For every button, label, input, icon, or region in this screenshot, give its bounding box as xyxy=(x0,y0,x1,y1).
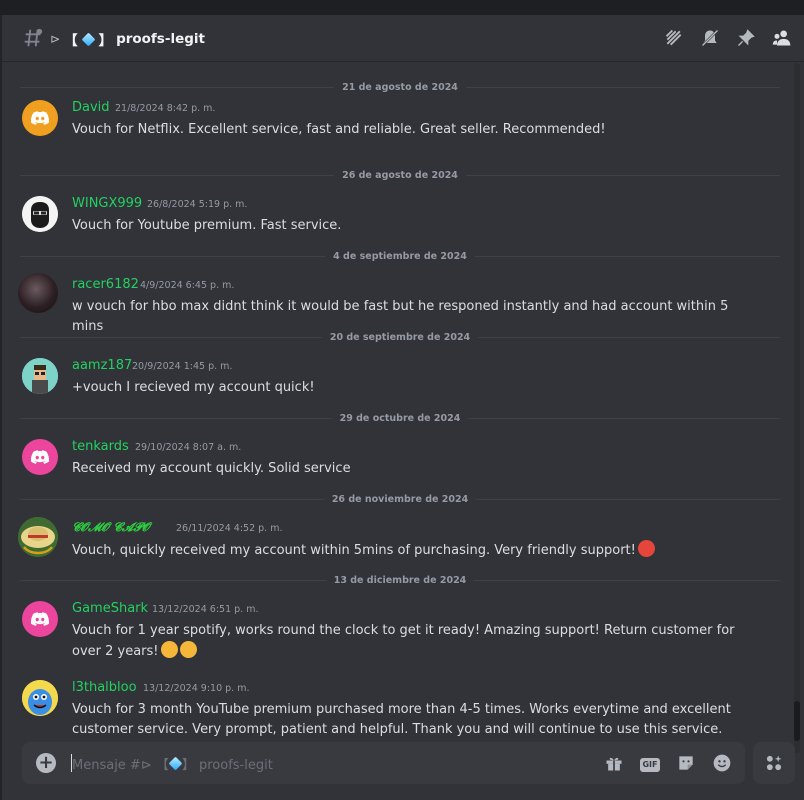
scrollbar-track[interactable] xyxy=(794,63,800,753)
avatar[interactable] xyxy=(22,439,58,475)
avatar[interactable] xyxy=(22,601,58,637)
message-text: Vouch for 3 month YouTube premium purcha… xyxy=(72,702,731,737)
username[interactable]: GameShark xyxy=(72,601,148,616)
pixel-character-icon xyxy=(22,358,58,394)
date-divider: 29 de octubre de 2024 xyxy=(20,411,780,425)
window-top-strip xyxy=(0,0,804,15)
date-divider-label: 4 de septiembre de 2024 xyxy=(333,250,467,262)
pin-icon[interactable] xyxy=(734,26,758,50)
channel-bracket-left: 【 xyxy=(64,33,78,49)
discord-logo-icon xyxy=(30,450,50,464)
message-text: Vouch for Youtube premium. Fast service. xyxy=(72,218,342,233)
partying-face-emoji-icon xyxy=(160,641,178,658)
date-divider: 21 de agosto de 2024 xyxy=(20,80,780,94)
gif-label: GIF xyxy=(640,758,660,772)
channel-name: ⊳ 【 】 proofs-legit xyxy=(50,29,205,49)
username[interactable]: aamz187 xyxy=(72,358,132,373)
message-text: +vouch I recieved my account quick! xyxy=(72,380,315,395)
upload-plus-button[interactable]: + xyxy=(36,753,56,773)
date-divider-label: 29 de octubre de 2024 xyxy=(339,412,461,424)
blushing-emoji-icon xyxy=(637,540,655,557)
date-divider: 4 de septiembre de 2024 xyxy=(20,249,780,263)
username[interactable]: l3thalbloo xyxy=(72,680,137,695)
avatar[interactable] xyxy=(22,196,58,232)
channel-panel: ⊳ 【 】 proofs-legit 21 de agosto de 2024 xyxy=(0,15,804,800)
date-divider-label: 26 de agosto de 2024 xyxy=(342,169,458,181)
message-text-body: Vouch, quickly received my account withi… xyxy=(72,543,636,558)
message-input[interactable]: Mensaje #⊳ 【】 proofs-legit xyxy=(72,754,273,773)
sticker-icon[interactable] xyxy=(675,752,697,774)
channel-title: proofs-legit xyxy=(116,31,205,47)
channel-arrow: ⊳ xyxy=(50,32,61,46)
discord-logo-icon xyxy=(30,111,50,125)
username[interactable]: David xyxy=(72,100,110,115)
avatar[interactable] xyxy=(18,273,58,313)
channel-bracket-right: 】 xyxy=(98,33,113,49)
date-divider-label: 26 de noviembre de 2024 xyxy=(331,493,469,505)
message-text: Received my account quickly. Solid servi… xyxy=(72,461,351,476)
message-text: Vouch, quickly received my account withi… xyxy=(72,540,752,561)
avatar[interactable] xyxy=(22,100,58,136)
message-text: Vouch for 1 year spotify, works round th… xyxy=(72,621,752,662)
username[interactable]: racer6182 xyxy=(72,277,139,292)
discord-logo-icon xyxy=(30,612,50,626)
date-divider: 26 de agosto de 2024 xyxy=(20,168,780,182)
emoji-icon[interactable] xyxy=(711,752,733,774)
threads-icon[interactable] xyxy=(662,26,686,50)
composer-toolbar: GIF xyxy=(603,752,733,774)
timestamp: 21/8/2024 8:42 p. m. xyxy=(115,103,216,114)
date-divider-label: 21 de agosto de 2024 xyxy=(342,81,458,93)
date-divider-label: 20 de septiembre de 2024 xyxy=(329,331,471,343)
scrollbar-thumb[interactable] xyxy=(794,701,800,741)
date-divider: 13 de diciembre de 2024 xyxy=(20,573,780,587)
placeholder-prefix: Mensaje #⊳ 【 xyxy=(72,758,169,773)
bearded-face-icon xyxy=(22,196,58,232)
text-channel-icon xyxy=(24,28,43,47)
placeholder-suffix: 】 proofs-legit xyxy=(181,758,273,773)
timestamp: 20/9/2024 1:45 p. m. xyxy=(132,361,233,372)
message-text: Vouch for Netflix. Excellent service, fa… xyxy=(72,122,606,137)
straw-hat-icon xyxy=(18,517,58,557)
avatar[interactable] xyxy=(22,358,58,394)
timestamp: 26/8/2024 5:19 p. m. xyxy=(147,199,248,210)
username[interactable]: tenkards xyxy=(72,439,129,454)
mute-icon[interactable] xyxy=(698,26,722,50)
date-divider: 26 de noviembre de 2024 xyxy=(20,492,780,506)
timestamp: 13/12/2024 9:10 p. m. xyxy=(143,683,250,694)
blue-creature-icon xyxy=(22,680,58,716)
channel-header: ⊳ 【 】 proofs-legit xyxy=(0,15,804,62)
diamond-icon xyxy=(81,32,95,46)
message-list[interactable]: 21 de agosto de 2024 David 21/8/2024 8:4… xyxy=(0,63,794,753)
partying-face-emoji-icon xyxy=(179,641,197,658)
app-launcher-button[interactable] xyxy=(753,742,795,784)
window-left-edge xyxy=(0,15,2,800)
diamond-icon xyxy=(168,756,183,771)
gift-icon[interactable] xyxy=(603,752,625,774)
apps-icon xyxy=(766,755,782,771)
timestamp: 26/11/2024 4:52 p. m. xyxy=(176,523,283,534)
timestamp: 29/10/2024 8:07 a. m. xyxy=(135,442,242,453)
gif-icon[interactable]: GIF xyxy=(639,752,661,774)
avatar[interactable] xyxy=(22,680,58,716)
timestamp: 4/9/2024 6:45 p. m. xyxy=(140,280,235,291)
message-composer[interactable]: + Mensaje #⊳ 【】 proofs-legit GIF xyxy=(22,742,745,784)
username[interactable]: 𝓒𝓞𝓜𝓞 𝓒𝓐𝓟𝓞 xyxy=(72,520,150,535)
members-icon[interactable] xyxy=(770,26,794,50)
header-toolbar xyxy=(662,26,794,50)
date-divider: 20 de septiembre de 2024 xyxy=(20,330,780,344)
date-divider-label: 13 de diciembre de 2024 xyxy=(333,574,467,586)
avatar[interactable] xyxy=(18,517,58,557)
timestamp: 13/12/2024 6:51 p. m. xyxy=(152,604,259,615)
username[interactable]: WINGX999 xyxy=(72,196,142,211)
